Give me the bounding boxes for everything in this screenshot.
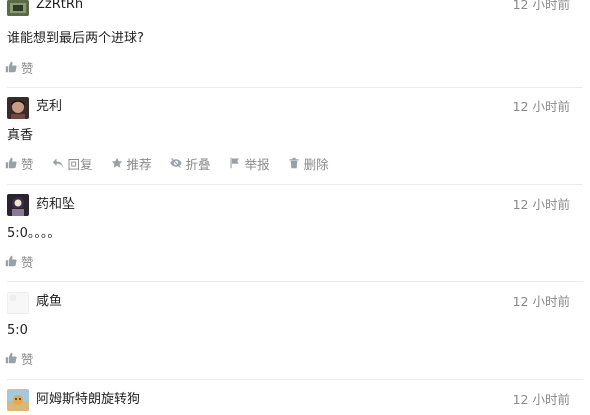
timestamp: 12 小时前 bbox=[512, 0, 570, 12]
username[interactable]: 克利 bbox=[36, 98, 62, 116]
thumbs-up-icon bbox=[5, 61, 17, 73]
reply-icon bbox=[52, 158, 63, 168]
reply-button[interactable]: 回复 bbox=[52, 154, 93, 173]
recommend-label: 推荐 bbox=[126, 156, 152, 172]
recommend-button[interactable]: 推荐 bbox=[111, 154, 152, 173]
username[interactable]: 阿姆斯特朗旋转狗 bbox=[36, 391, 140, 409]
username[interactable]: 药和坠 bbox=[36, 196, 75, 214]
comment-text: 真香 bbox=[7, 128, 34, 143]
avatar[interactable] bbox=[7, 0, 29, 16]
star-icon bbox=[111, 157, 122, 168]
divider bbox=[7, 87, 583, 88]
comment-text: 5:0 bbox=[7, 323, 28, 338]
comment-actions: 赞 bbox=[5, 349, 52, 367]
avatar[interactable] bbox=[7, 292, 29, 314]
comment-text: 谁能想到最后两个进球? bbox=[7, 31, 144, 46]
delete-label: 删除 bbox=[303, 156, 329, 172]
fold-label: 折叠 bbox=[185, 156, 211, 172]
like-label: 赞 bbox=[21, 156, 34, 172]
username[interactable]: ZzRtRh bbox=[36, 0, 83, 14]
comment-text: 5:0。。。。 bbox=[7, 226, 61, 241]
thumbs-up-icon bbox=[5, 157, 17, 169]
comment-actions: 赞 bbox=[5, 252, 52, 270]
thumbs-up-icon bbox=[5, 255, 17, 267]
like-button[interactable]: 赞 bbox=[5, 154, 34, 173]
like-button[interactable]: 赞 bbox=[5, 349, 34, 368]
eye-slash-icon bbox=[169, 158, 182, 168]
username[interactable]: 咸鱼 bbox=[36, 293, 62, 311]
timestamp: 12 小时前 bbox=[512, 99, 570, 114]
delete-button[interactable]: 删除 bbox=[288, 154, 329, 173]
report-label: 举报 bbox=[244, 156, 270, 172]
avatar[interactable] bbox=[7, 389, 29, 411]
like-button[interactable]: 赞 bbox=[5, 252, 34, 271]
avatar[interactable] bbox=[7, 194, 29, 216]
reply-label: 回复 bbox=[67, 156, 93, 172]
divider bbox=[7, 281, 583, 282]
divider bbox=[7, 379, 583, 380]
like-label: 赞 bbox=[21, 254, 34, 270]
thumbs-up-icon bbox=[5, 352, 17, 364]
like-label: 赞 bbox=[21, 60, 34, 76]
avatar[interactable] bbox=[7, 97, 29, 119]
comment-actions: 赞 回复 推荐 折叠 举报 删除 bbox=[5, 154, 347, 172]
like-label: 赞 bbox=[21, 351, 34, 367]
trash-icon bbox=[289, 157, 299, 169]
fold-button[interactable]: 折叠 bbox=[169, 154, 211, 173]
comment-actions: 赞 bbox=[5, 58, 52, 76]
report-button[interactable]: 举报 bbox=[229, 154, 270, 173]
timestamp: 12 小时前 bbox=[512, 294, 570, 309]
timestamp: 12 小时前 bbox=[512, 197, 570, 212]
timestamp: 12 小时前 bbox=[512, 392, 570, 407]
like-button[interactable]: 赞 bbox=[5, 58, 34, 77]
flag-icon bbox=[230, 157, 239, 169]
divider bbox=[7, 184, 583, 185]
